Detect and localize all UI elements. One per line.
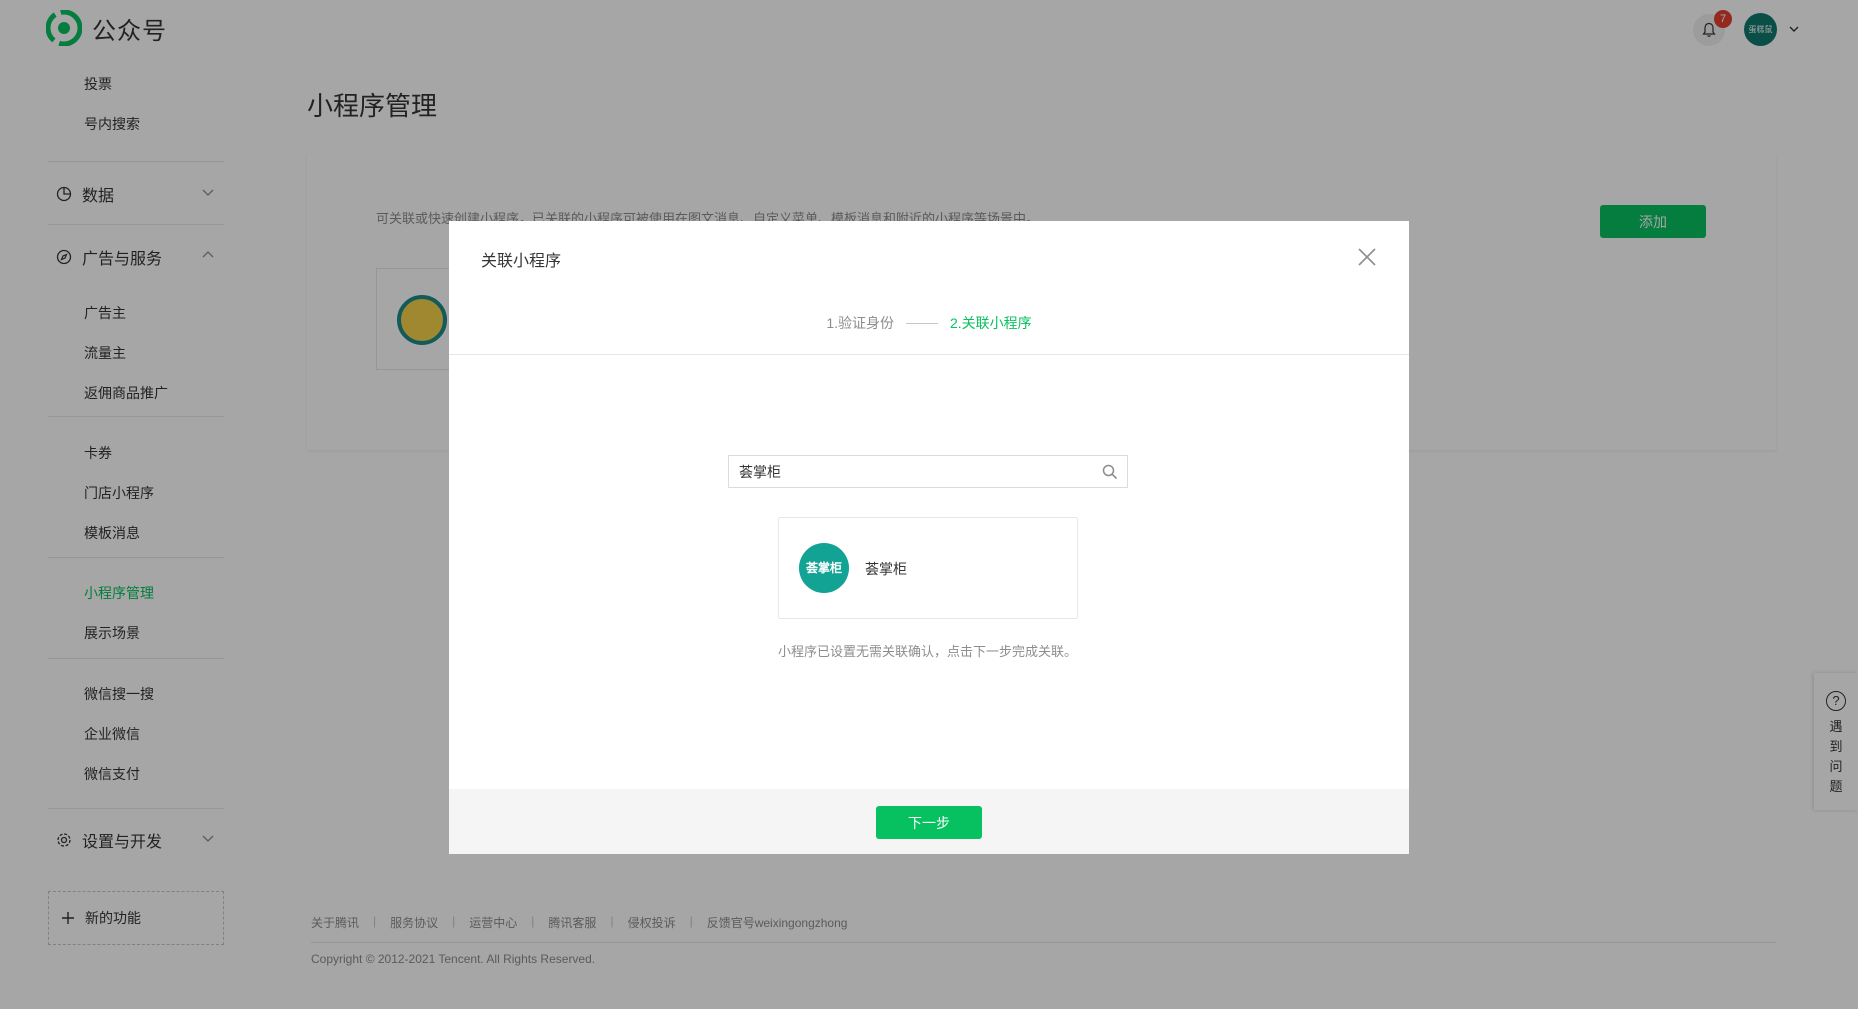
step-verify-identity: 1.验证身份 bbox=[826, 315, 894, 331]
close-icon[interactable] bbox=[1355, 245, 1379, 269]
link-mini-program-dialog: 关联小程序 1.验证身份 2.关联小程序 荟掌柜 荟掌柜 小程序已设置无需关联确… bbox=[449, 221, 1409, 854]
dialog-tip: 小程序已设置无需关联确认，点击下一步完成关联。 bbox=[778, 644, 1078, 659]
step-indicator: 1.验证身份 2.关联小程序 bbox=[449, 313, 1409, 333]
step-connector bbox=[906, 322, 938, 324]
search-icon[interactable] bbox=[1101, 463, 1119, 481]
dialog-title: 关联小程序 bbox=[481, 253, 562, 270]
search-box bbox=[728, 455, 1128, 488]
result-logo: 荟掌柜 bbox=[799, 543, 849, 593]
search-result-item[interactable]: 荟掌柜 荟掌柜 bbox=[778, 517, 1078, 619]
next-button[interactable]: 下一步 bbox=[876, 806, 982, 839]
result-name: 荟掌柜 bbox=[865, 561, 907, 577]
dialog-footer: 下一步 bbox=[449, 789, 1409, 854]
search-input[interactable] bbox=[729, 456, 1089, 487]
step-link-mini-program: 2.关联小程序 bbox=[950, 315, 1032, 331]
dialog-divider bbox=[449, 354, 1409, 355]
